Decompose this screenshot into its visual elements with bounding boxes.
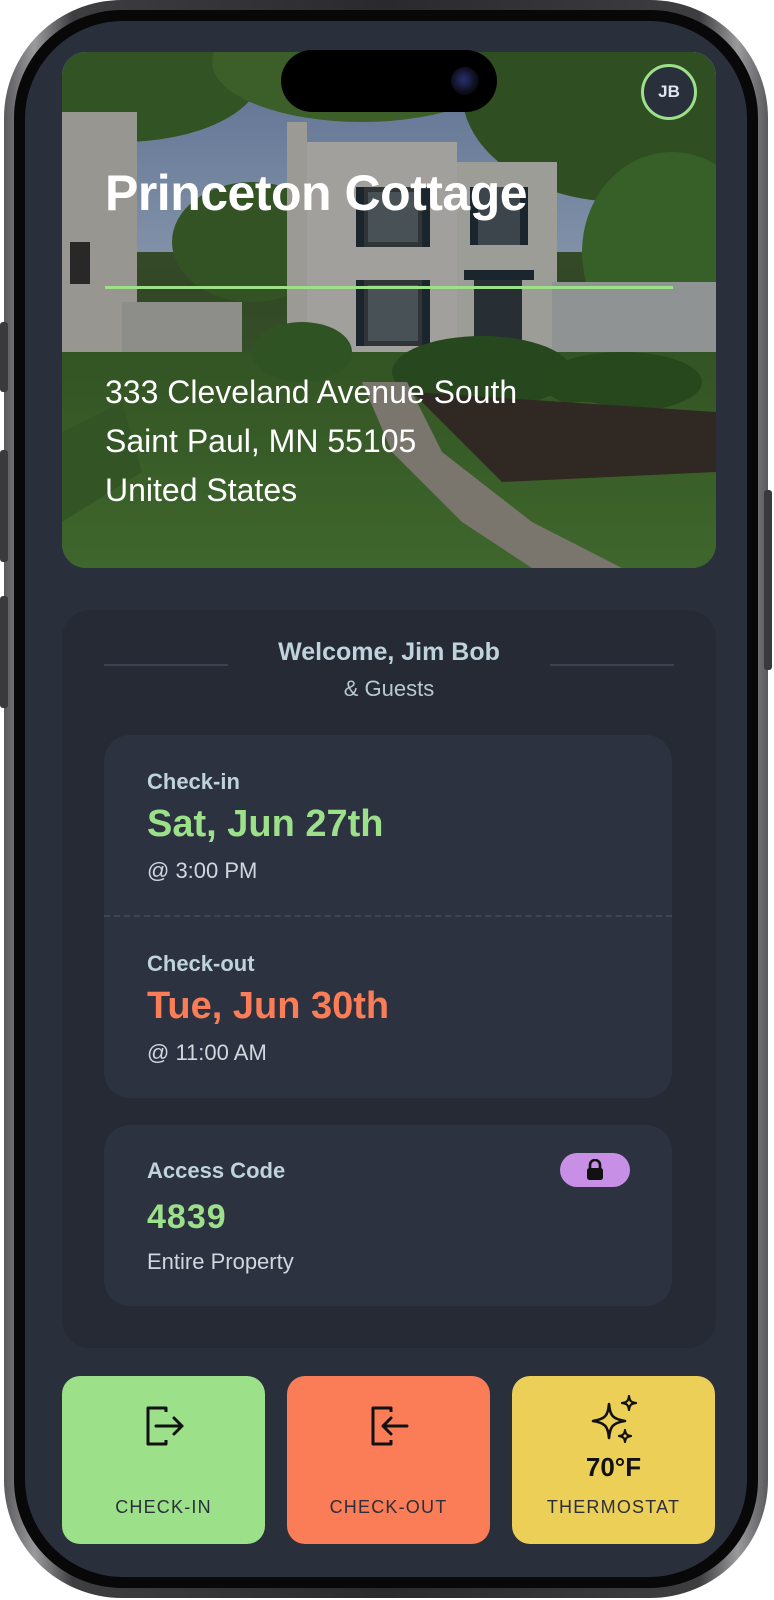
camera-icon	[451, 67, 479, 95]
checkout-button[interactable]: CHECK-OUT	[287, 1376, 490, 1544]
address-line-3: United States	[105, 472, 298, 508]
sparkles-icon	[591, 1394, 637, 1444]
lock-icon	[587, 1159, 603, 1180]
checkout-button-label: CHECK-OUT	[329, 1497, 448, 1517]
checkout-date: Tue, Jun 30th	[147, 985, 390, 1027]
lock-button[interactable]	[560, 1153, 630, 1187]
thermostat-button[interactable]: 70°F THERMOSTAT	[512, 1376, 715, 1544]
dates-divider	[104, 915, 672, 917]
thermostat-temperature: 70°F	[585, 1452, 642, 1482]
door-exit-icon	[371, 1406, 408, 1446]
access-code-scope: Entire Property	[147, 1249, 294, 1274]
checkout-time: @ 11:00 AM	[147, 1040, 267, 1065]
reservation-card: Welcome, Jim Bob & Guests Check-in Sat, …	[62, 610, 716, 1348]
volume-up-button	[0, 450, 8, 562]
checkout-label: Check-out	[147, 951, 255, 976]
dynamic-island	[281, 50, 497, 112]
access-code-value: 4839	[147, 1198, 227, 1236]
checkin-button[interactable]: CHECK-IN	[62, 1376, 265, 1544]
welcome-title: Welcome, Jim Bob	[278, 638, 500, 666]
property-name: Princeton Cottage	[105, 165, 528, 221]
checkin-label: Check-in	[147, 769, 240, 794]
stay-dates-card: Check-in Sat, Jun 27th @ 3:00 PM Check-o…	[104, 735, 672, 1098]
power-button	[764, 490, 772, 670]
welcome-subtitle: & Guests	[343, 676, 435, 701]
user-avatar-button[interactable]: JB	[641, 64, 697, 120]
volume-down-button	[0, 596, 8, 708]
access-code-label: Access Code	[147, 1158, 286, 1183]
property-address: 333 Cleveland Avenue South Saint Paul, M…	[105, 368, 517, 515]
address-line-2: Saint Paul, MN 55105	[105, 423, 417, 459]
action-button	[0, 322, 8, 392]
checkin-button-label: CHECK-IN	[115, 1497, 212, 1517]
phone-frame: Princeton Cottage 333 Cleveland Avenue S…	[0, 0, 772, 1598]
access-code-card: Access Code 4839 Entire Property	[104, 1125, 672, 1306]
thermostat-button-label: THERMOSTAT	[546, 1497, 681, 1517]
screen: Princeton Cottage 333 Cleveland Avenue S…	[25, 21, 747, 1577]
address-line-1: 333 Cleveland Avenue South	[105, 374, 518, 410]
title-underline	[105, 286, 673, 289]
checkin-time: @ 3:00 PM	[147, 858, 258, 883]
door-enter-icon	[146, 1406, 183, 1446]
property-hero: Princeton Cottage 333 Cleveland Avenue S…	[62, 52, 716, 568]
checkin-date: Sat, Jun 27th	[147, 803, 384, 845]
